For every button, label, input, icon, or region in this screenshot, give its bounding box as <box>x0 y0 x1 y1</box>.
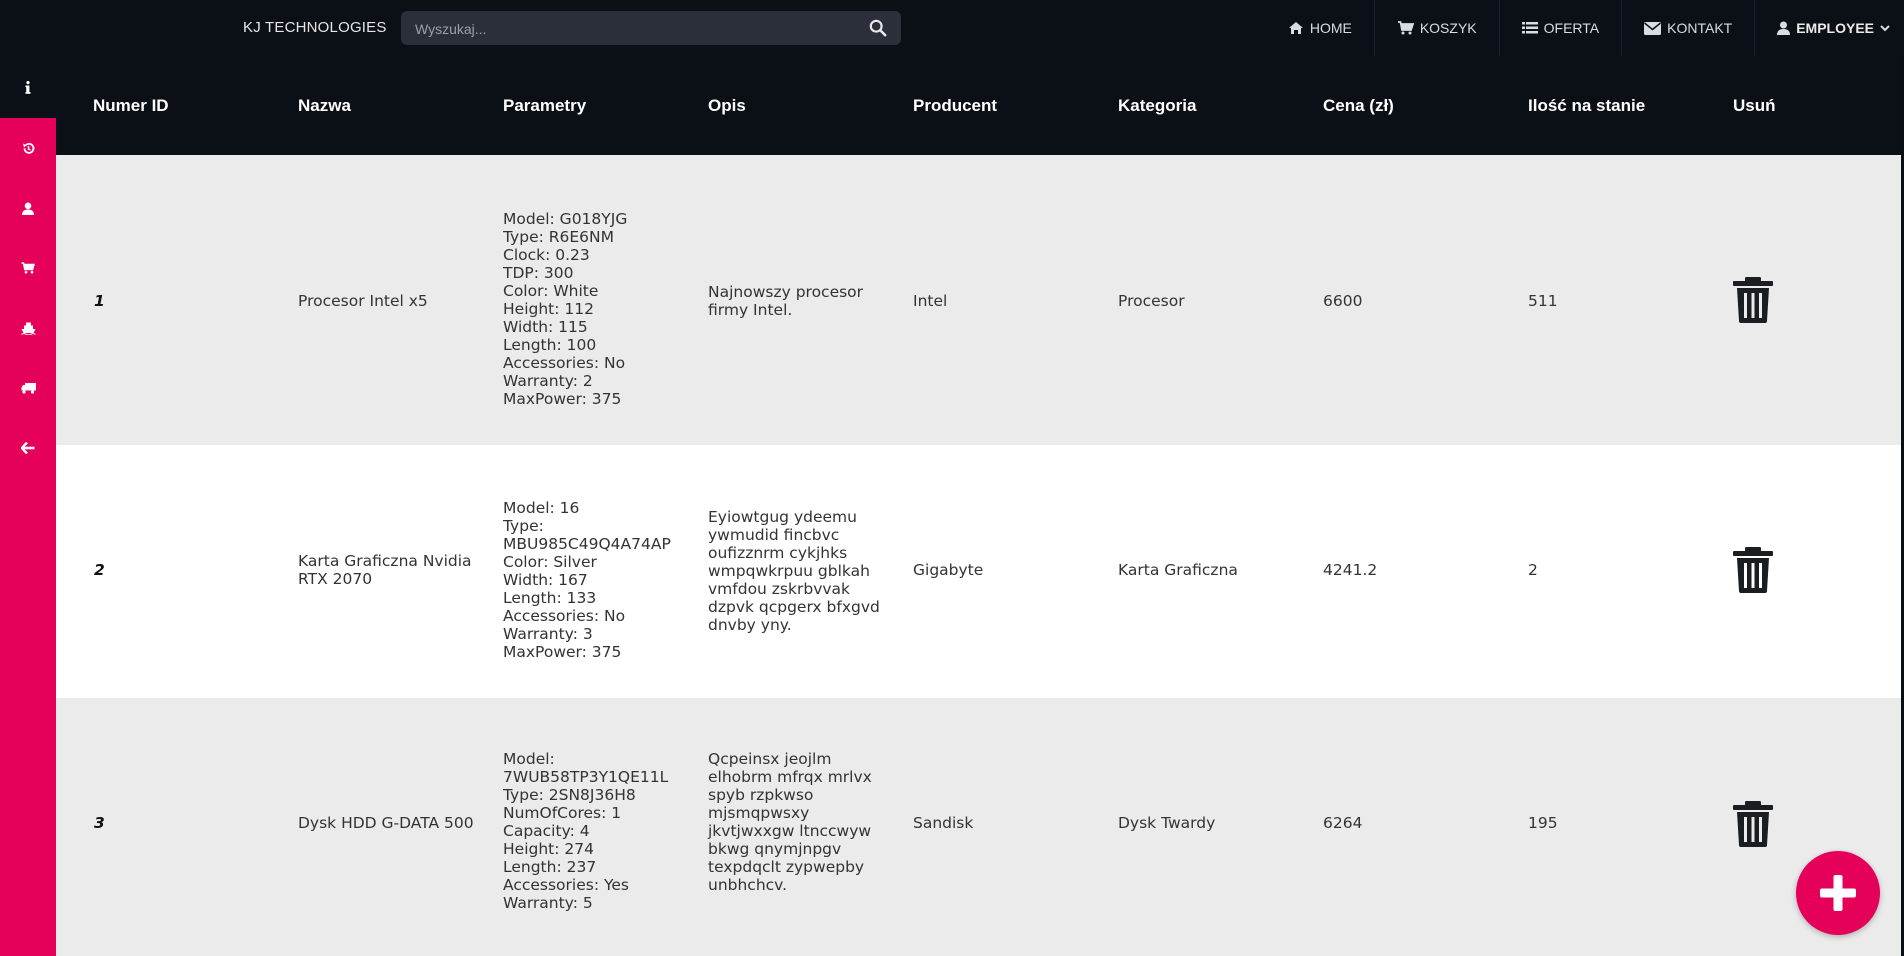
search-icon[interactable] <box>869 19 887 37</box>
column-header-price[interactable]: Cena (zł) <box>1323 96 1394 116</box>
sidebar <box>0 56 56 956</box>
table-row[interactable]: 2 Karta Graficzna Nvidia RTX 2070 Model:… <box>56 445 1901 698</box>
nav-offer-label: OFERTA <box>1543 20 1600 36</box>
product-producer: Intel <box>913 292 948 310</box>
nav-home[interactable]: HOME <box>1266 0 1374 56</box>
trash-icon[interactable] <box>1731 800 1775 848</box>
sidebar-info-button[interactable] <box>0 56 56 118</box>
trash-icon[interactable] <box>1731 276 1775 324</box>
product-stock: 2 <box>1528 561 1538 579</box>
column-header-params[interactable]: Parametry <box>503 96 586 116</box>
nav-cart-label: KOSZYK <box>1419 20 1477 36</box>
column-header-id[interactable]: Numer ID <box>93 96 169 116</box>
main-nav: HOME KOSZYK OFERTA KONTAKT EMPLOYEE <box>1266 0 1904 56</box>
column-header-description[interactable]: Opis <box>708 96 746 116</box>
brand-logo[interactable]: KJ TECHNOLOGIES <box>243 19 387 36</box>
ship-icon <box>20 322 36 335</box>
product-description: Eyiowtgug ydeemu ywmudid fincbvc oufizzn… <box>708 508 880 634</box>
column-header-category[interactable]: Kategoria <box>1118 96 1196 116</box>
product-stock: 511 <box>1528 292 1558 310</box>
back-arrow-icon <box>21 442 35 454</box>
search-box <box>401 11 901 45</box>
nav-offer[interactable]: OFERTA <box>1498 0 1622 56</box>
sidebar-item-users[interactable] <box>0 178 56 238</box>
column-header-name[interactable]: Nazwa <box>298 96 351 116</box>
row-id: 1 <box>94 292 105 310</box>
sidebar-item-cart[interactable] <box>0 238 56 298</box>
product-price: 4241.2 <box>1323 561 1378 579</box>
product-category: Procesor <box>1118 292 1185 310</box>
top-navbar: KJ TECHNOLOGIES HOME KOSZYK OFERTA KONTA… <box>0 0 1904 56</box>
product-category: Karta Graficzna <box>1118 561 1238 579</box>
user-menu[interactable]: EMPLOYEE <box>1754 0 1904 56</box>
product-description: Qcpeinsx jeojlm elhobrm mfrqx mrlvx spyb… <box>708 750 872 894</box>
cart-icon <box>1397 21 1414 35</box>
sidebar-item-logout[interactable] <box>0 418 56 478</box>
product-producer: Sandisk <box>913 814 974 832</box>
home-icon <box>1288 22 1303 34</box>
product-name: Karta Graficzna Nvidia RTX 2070 <box>298 552 472 588</box>
row-id: 3 <box>94 814 105 832</box>
info-icon <box>25 80 31 94</box>
user-icon <box>22 202 34 215</box>
table-header: Numer ID Nazwa Parametry Opis Producent … <box>56 56 1901 155</box>
product-params: Model: 16 Type: MBU985C49Q4A74AP Color: … <box>503 499 671 661</box>
product-params: Model: G018YJG Type: R6E6NM Clock: 0.23 … <box>503 210 628 408</box>
plus-icon <box>1820 875 1856 911</box>
list-icon <box>1521 22 1538 34</box>
sidebar-menu <box>0 118 56 956</box>
nav-home-label: HOME <box>1309 20 1352 36</box>
envelope-icon <box>1644 21 1662 35</box>
search-input[interactable] <box>415 19 855 39</box>
nav-contact-label: KONTAKT <box>1667 20 1733 36</box>
column-header-stock[interactable]: Ilość na stanie <box>1528 96 1645 116</box>
user-icon <box>1777 21 1791 35</box>
column-header-producer[interactable]: Producent <box>913 96 997 116</box>
table-row[interactable]: 3 Dysk HDD G-DATA 500 Model: 7WUB58TP3Y1… <box>56 698 1901 956</box>
truck-icon <box>21 382 36 394</box>
row-id: 2 <box>94 561 105 579</box>
user-menu-label: EMPLOYEE <box>1796 20 1874 36</box>
product-description: Najnowszy procesor firmy Intel. <box>708 283 864 319</box>
product-params: Model: 7WUB58TP3Y1QE11L Type: 2SN8J36H8 … <box>503 750 669 912</box>
nav-cart[interactable]: KOSZYK <box>1373 0 1499 56</box>
chevron-down-icon <box>1880 25 1890 32</box>
sidebar-item-delivery[interactable] <box>0 358 56 418</box>
product-price: 6600 <box>1323 292 1363 310</box>
trash-icon[interactable] <box>1731 546 1775 594</box>
product-producer: Gigabyte <box>913 561 984 579</box>
table-row[interactable]: 1 Procesor Intel x5 Model: G018YJG Type:… <box>56 155 1901 445</box>
sidebar-item-ship[interactable] <box>0 298 56 358</box>
product-category: Dysk Twardy <box>1118 814 1216 832</box>
cart-icon <box>21 262 35 274</box>
product-name: Dysk HDD G-DATA 500 <box>298 814 474 832</box>
nav-contact[interactable]: KONTAKT <box>1621 0 1754 56</box>
product-price: 6264 <box>1323 814 1363 832</box>
products-table: Numer ID Nazwa Parametry Opis Producent … <box>56 56 1901 956</box>
product-stock: 195 <box>1528 814 1558 832</box>
add-product-button[interactable] <box>1796 851 1880 935</box>
product-name: Procesor Intel x5 <box>298 292 428 310</box>
sidebar-item-history[interactable] <box>0 118 56 178</box>
column-header-delete: Usuń <box>1733 96 1776 115</box>
history-icon <box>22 142 34 154</box>
